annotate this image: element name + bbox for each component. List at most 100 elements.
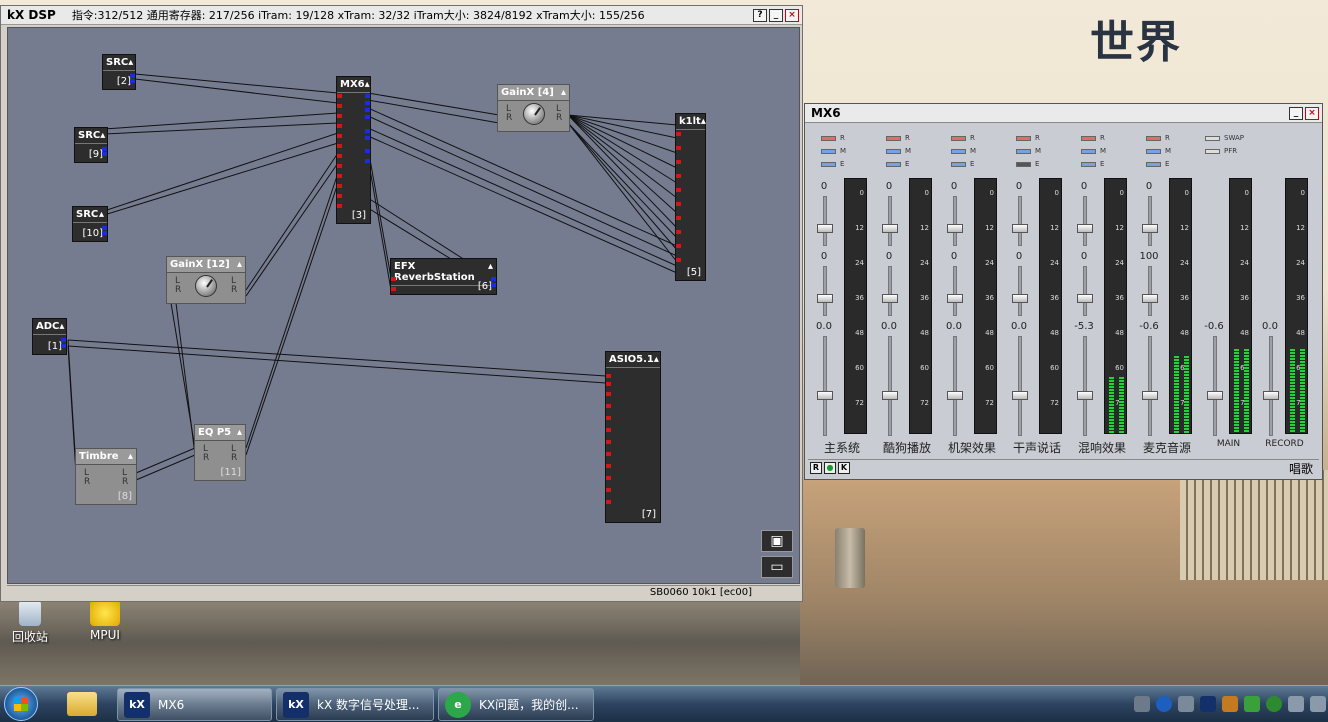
channel-toggle-r[interactable]: R [1081, 134, 1105, 142]
output-pin[interactable] [365, 149, 370, 153]
k1lt-block[interactable]: k1lt ▴ [5] [675, 113, 706, 281]
output-pin[interactable] [365, 115, 370, 119]
input-pin[interactable] [337, 94, 342, 98]
input-pin[interactable] [606, 488, 611, 492]
gain-knob[interactable] [523, 103, 545, 125]
channel-toggle-m[interactable]: M [1081, 147, 1106, 155]
save-button[interactable]: ▣ [761, 530, 793, 552]
volume-slider-thumb[interactable] [1077, 391, 1093, 400]
channel-toggle-m[interactable]: M [1146, 147, 1171, 155]
task-mx6[interactable]: kX MX6 [117, 688, 272, 721]
channel-toggle-m[interactable]: M [821, 147, 846, 155]
volume-slider-thumb[interactable] [817, 391, 833, 400]
send-slider-thumb[interactable] [817, 224, 833, 233]
volume-slider-track[interactable] [823, 336, 827, 436]
qq-icon[interactable] [1222, 696, 1238, 712]
reverb-station-block[interactable]: EFX ReverbStation ▴ [6] [390, 258, 497, 295]
channel-toggle-r[interactable]: R [1146, 134, 1170, 142]
minimize-button[interactable]: _ [769, 8, 783, 22]
output-pin[interactable] [491, 277, 496, 281]
keyboard-icon[interactable] [1134, 696, 1150, 712]
input-pin[interactable] [606, 452, 611, 456]
input-pin[interactable] [606, 464, 611, 468]
send-slider-track[interactable] [823, 266, 827, 316]
output-pin[interactable] [130, 79, 135, 83]
input-pin[interactable] [337, 164, 342, 168]
input-pin[interactable] [676, 202, 681, 206]
channel-toggle-e[interactable]: E [951, 160, 974, 168]
desktop-icon-mpui[interactable]: MPUI [75, 600, 135, 642]
input-pin[interactable] [391, 277, 396, 281]
output-pin[interactable] [365, 101, 370, 105]
output-pin[interactable] [102, 152, 107, 156]
input-pin[interactable] [606, 440, 611, 444]
swap-toggle[interactable]: SWAP [1205, 134, 1244, 142]
volume-slider-thumb[interactable] [1142, 391, 1158, 400]
volume-slider-track[interactable] [1083, 336, 1087, 436]
send-slider-track[interactable] [1148, 196, 1152, 246]
input-pin[interactable] [676, 174, 681, 178]
output-pin[interactable] [130, 74, 135, 78]
send-slider-track[interactable] [953, 266, 957, 316]
channel-toggle-e[interactable]: E [821, 160, 844, 168]
volume-slider-track[interactable] [888, 336, 892, 436]
usb-icon[interactable] [1178, 696, 1194, 712]
pfr-toggle[interactable]: PFR [1205, 147, 1237, 155]
help-icon[interactable] [1156, 696, 1172, 712]
send-slider-track[interactable] [1083, 266, 1087, 316]
input-pin[interactable] [606, 392, 611, 396]
send-slider-track[interactable] [888, 266, 892, 316]
footer-k-button[interactable]: K [838, 462, 850, 474]
dsp-routing-canvas[interactable]: SRC▴ [2] SRC▴ [9] SRC▴ [10] MX6▴ [3] [7, 27, 800, 584]
channel-toggle-m[interactable]: M [951, 147, 976, 155]
volume-slider-thumb[interactable] [1012, 391, 1028, 400]
task-browser[interactable]: e KX问题，我的创... [438, 688, 594, 721]
send-slider-track[interactable] [953, 196, 957, 246]
channel-toggle-e[interactable]: E [1146, 160, 1169, 168]
kx-tray-icon[interactable] [1200, 696, 1216, 712]
input-pin[interactable] [337, 114, 342, 118]
desktop-icon-recycle-bin[interactable]: 回收站 [0, 600, 60, 645]
src-block-2[interactable]: SRC ▴ [2] [102, 54, 136, 90]
eq-p5-block[interactable]: EQ P5 ▴ [11] L R L R [194, 424, 246, 481]
input-pin[interactable] [606, 382, 611, 386]
close-button[interactable]: × [785, 8, 799, 22]
output-volume-slider-thumb[interactable] [1207, 391, 1223, 400]
send-slider-track[interactable] [888, 196, 892, 246]
channel-toggle-e[interactable]: E [1016, 160, 1039, 168]
output-pin[interactable] [491, 283, 496, 287]
volume-slider-track[interactable] [1148, 336, 1152, 436]
input-pin[interactable] [676, 258, 681, 262]
mx6-titlebar[interactable]: MX6 _ × [805, 104, 1322, 123]
channel-toggle-r[interactable]: R [821, 134, 845, 142]
gain-knob[interactable] [195, 275, 217, 297]
volume-slider-track[interactable] [1018, 336, 1022, 436]
help-button[interactable]: ? [753, 8, 767, 22]
input-pin[interactable] [337, 174, 342, 178]
input-pin[interactable] [676, 230, 681, 234]
input-pin[interactable] [337, 144, 342, 148]
send-slider-thumb[interactable] [1077, 294, 1093, 303]
channel-toggle-e[interactable]: E [1081, 160, 1104, 168]
volume-icon[interactable] [1310, 696, 1326, 712]
security-icon[interactable] [1266, 696, 1282, 712]
output-pin[interactable] [365, 108, 370, 112]
network-icon[interactable] [1288, 696, 1304, 712]
input-pin[interactable] [676, 132, 681, 136]
src-block-9[interactable]: SRC ▴ [9] [74, 127, 108, 163]
send-slider-thumb[interactable] [817, 294, 833, 303]
input-pin[interactable] [676, 216, 681, 220]
start-button[interactable] [4, 687, 38, 721]
input-pin[interactable] [337, 134, 342, 138]
input-pin[interactable] [337, 124, 342, 128]
channel-toggle-m[interactable]: M [886, 147, 911, 155]
mx6-block[interactable]: MX6 ▴ [3] [336, 76, 371, 224]
send-slider-track[interactable] [823, 196, 827, 246]
input-pin[interactable] [337, 194, 342, 198]
output-pin[interactable] [102, 231, 107, 235]
output-pin[interactable] [61, 338, 66, 342]
output-pin[interactable] [61, 344, 66, 348]
input-pin[interactable] [606, 416, 611, 420]
send-slider-thumb[interactable] [1012, 294, 1028, 303]
channel-toggle-r[interactable]: R [1016, 134, 1040, 142]
